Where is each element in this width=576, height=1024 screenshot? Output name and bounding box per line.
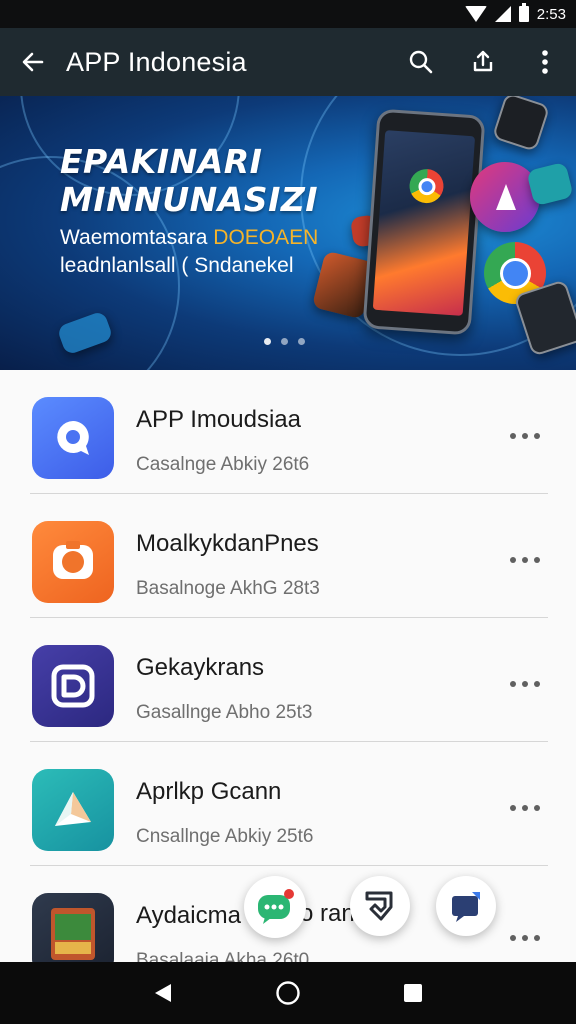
more-horiz-icon[interactable]	[510, 426, 540, 446]
app-bar: APP Indonesia	[0, 28, 576, 96]
nav-recents-button[interactable]	[383, 963, 443, 1023]
search-icon	[409, 50, 433, 74]
page-title: APP Indonesia	[66, 46, 247, 77]
chat-bubble-app-icon	[32, 397, 114, 479]
back-button[interactable]	[0, 28, 66, 96]
d-letter-app-icon	[32, 645, 114, 727]
nav-back-button[interactable]	[133, 963, 193, 1023]
app-name: Aprlkp Gcann	[136, 778, 282, 805]
shield-fab[interactable]	[350, 876, 410, 936]
wifi-icon	[464, 6, 487, 22]
more-horiz-icon[interactable]	[510, 550, 540, 570]
back-arrow-icon	[22, 52, 44, 72]
list-item[interactable]: Aprlkp Gcann Cnsallnge Abkiy 25t6	[0, 742, 576, 866]
message-fab[interactable]	[436, 876, 496, 936]
battery-icon	[518, 3, 529, 22]
status-bar: 2:53	[0, 0, 576, 28]
app-name: Aydaicma	[136, 902, 241, 929]
recents-square-icon	[404, 984, 423, 1002]
share-button[interactable]	[452, 28, 514, 96]
app-meta: Cnsallnge Abkiy 25t6	[136, 826, 314, 847]
cell-signal-icon	[494, 6, 511, 22]
game-card-app-icon	[32, 893, 114, 962]
more-horiz-icon[interactable]	[510, 674, 540, 694]
page-dot	[298, 338, 305, 345]
shield-icon	[365, 891, 393, 921]
app-meta: Gasallnge Abho 25t3	[136, 702, 313, 723]
banner-headline-1: EPAKINARI	[60, 142, 263, 181]
chat-bubble-icon	[258, 889, 294, 924]
app-meta: Basalaaia Akha 26t0	[136, 950, 310, 962]
nav-home-button[interactable]	[258, 963, 318, 1023]
camera-app-icon	[32, 521, 114, 603]
chat-fab[interactable]	[244, 876, 306, 938]
paper-plane-app-icon	[32, 769, 114, 851]
app-meta: Casalnge Abkiy 26t6	[136, 454, 310, 475]
app-name: APP Imoudsiaa	[136, 406, 301, 433]
app-name: Gekaykrans	[136, 654, 265, 681]
phone-illustration	[362, 108, 486, 336]
app-list: APP Imoudsiaa Casalnge Abkiy 26t6 Moalky…	[0, 370, 576, 962]
back-triangle-icon	[154, 984, 171, 1002]
app-name: MoalkykdanPnes	[136, 530, 319, 557]
banner-subtitle-1-left: Waemomtasara	[60, 226, 208, 249]
page-dot-active	[264, 338, 271, 345]
app-meta: Basalnoge AkhG 28t3	[136, 578, 320, 599]
more-horiz-icon[interactable]	[510, 928, 540, 948]
message-icon	[452, 892, 480, 922]
banner-subtitle-2: leadnlanlsall ( Sndanekel	[60, 254, 294, 277]
share-icon	[473, 50, 493, 72]
list-item[interactable]: MoalkykdanPnes Basalnoge AkhG 28t3	[0, 494, 576, 618]
system-nav-bar	[0, 962, 576, 1024]
more-options-button[interactable]	[514, 28, 576, 96]
banner-subtitle-1: Waemomtasara DOEOAEN	[60, 226, 318, 250]
overlay-partial-text: o ran	[300, 900, 355, 927]
list-item[interactable]: Gekaykrans Gasallnge Abho 25t3	[0, 618, 576, 742]
phone-screen	[372, 130, 476, 316]
list-item[interactable]: APP Imoudsiaa Casalnge Abkiy 26t6	[0, 370, 576, 494]
banner-page-indicator	[264, 338, 305, 345]
home-circle-icon	[276, 981, 300, 1005]
promo-banner[interactable]: EPAKINARI MINNUNASIZI Waemomtasara DOEOA…	[0, 96, 576, 370]
page-dot	[281, 338, 288, 345]
status-time: 2:53	[536, 5, 566, 23]
banner-headline-2: MINNUNASIZI	[60, 180, 319, 219]
search-button[interactable]	[390, 28, 452, 96]
more-horiz-icon[interactable]	[510, 798, 540, 818]
more-vert-icon	[542, 50, 548, 74]
banner-subtitle-1-accent: DOEOAEN	[213, 226, 319, 249]
